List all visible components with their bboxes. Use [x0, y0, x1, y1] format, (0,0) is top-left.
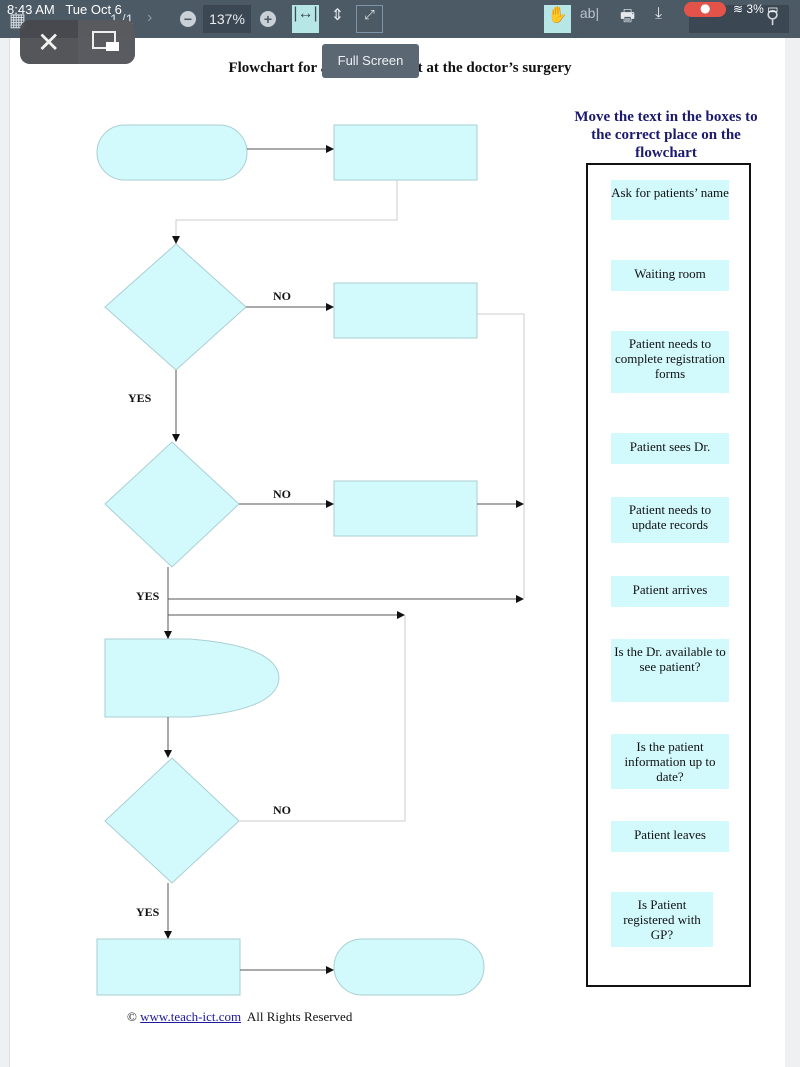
- label-no-1: NO: [273, 289, 291, 303]
- pip-inner-box: [106, 42, 119, 51]
- close-icon: ✕: [37, 26, 61, 59]
- label-yes-3: YES: [136, 905, 160, 919]
- answer-card[interactable]: Ask for patients’ name: [611, 180, 729, 220]
- teach-ict-link[interactable]: www.teach-ict.com: [140, 1009, 241, 1024]
- connector-box1-to-diamond1: [172, 180, 398, 244]
- answer-card[interactable]: Patient needs to update records: [611, 497, 729, 543]
- label-yes-1: YES: [128, 391, 152, 405]
- process-box-1[interactable]: [333, 124, 478, 181]
- full-screen-tooltip: Full Screen: [322, 44, 419, 78]
- delay-shape[interactable]: [104, 638, 280, 718]
- footer: © www.teach-ict.com All Rights Reserved: [127, 1009, 352, 1025]
- process-box-3[interactable]: [333, 480, 478, 537]
- label-no-2: NO: [273, 487, 291, 501]
- terminator-end-shape[interactable]: [333, 938, 485, 996]
- answer-card[interactable]: Waiting room: [611, 260, 729, 291]
- answer-card[interactable]: Is the patient information up to date?: [611, 734, 729, 789]
- close-button[interactable]: ✕: [20, 20, 77, 64]
- copyright-symbol: ©: [127, 1009, 137, 1024]
- picture-in-picture-button[interactable]: [78, 20, 135, 64]
- terminator-start-shape[interactable]: [96, 124, 248, 181]
- process-box-4[interactable]: [96, 938, 241, 996]
- label-no-3: NO: [273, 803, 291, 817]
- decision-diamond-3[interactable]: [104, 757, 240, 884]
- video-overlay-controls: ✕: [20, 20, 135, 64]
- answer-card[interactable]: Is Patient registered with GP?: [611, 892, 713, 947]
- connector-box2-to-right-rail: [477, 313, 525, 598]
- label-yes-2: YES: [136, 589, 160, 603]
- rights-text: All Rights Reserved: [246, 1009, 353, 1024]
- answer-card[interactable]: Patient needs to complete registration f…: [611, 331, 729, 393]
- answer-card[interactable]: Patient arrives: [611, 576, 729, 607]
- process-box-2[interactable]: [333, 282, 478, 339]
- answer-card[interactable]: Patient leaves: [611, 821, 729, 852]
- decision-diamond-2[interactable]: [104, 441, 240, 568]
- decision-diamond-1[interactable]: [104, 243, 247, 371]
- answer-card[interactable]: Is the Dr. available to see patient?: [611, 639, 729, 702]
- connector-diamond3-no-loop: [239, 615, 406, 822]
- answer-card[interactable]: Patient sees Dr.: [611, 433, 729, 464]
- instructions-heading: Move the text in the boxes to the correc…: [574, 109, 758, 161]
